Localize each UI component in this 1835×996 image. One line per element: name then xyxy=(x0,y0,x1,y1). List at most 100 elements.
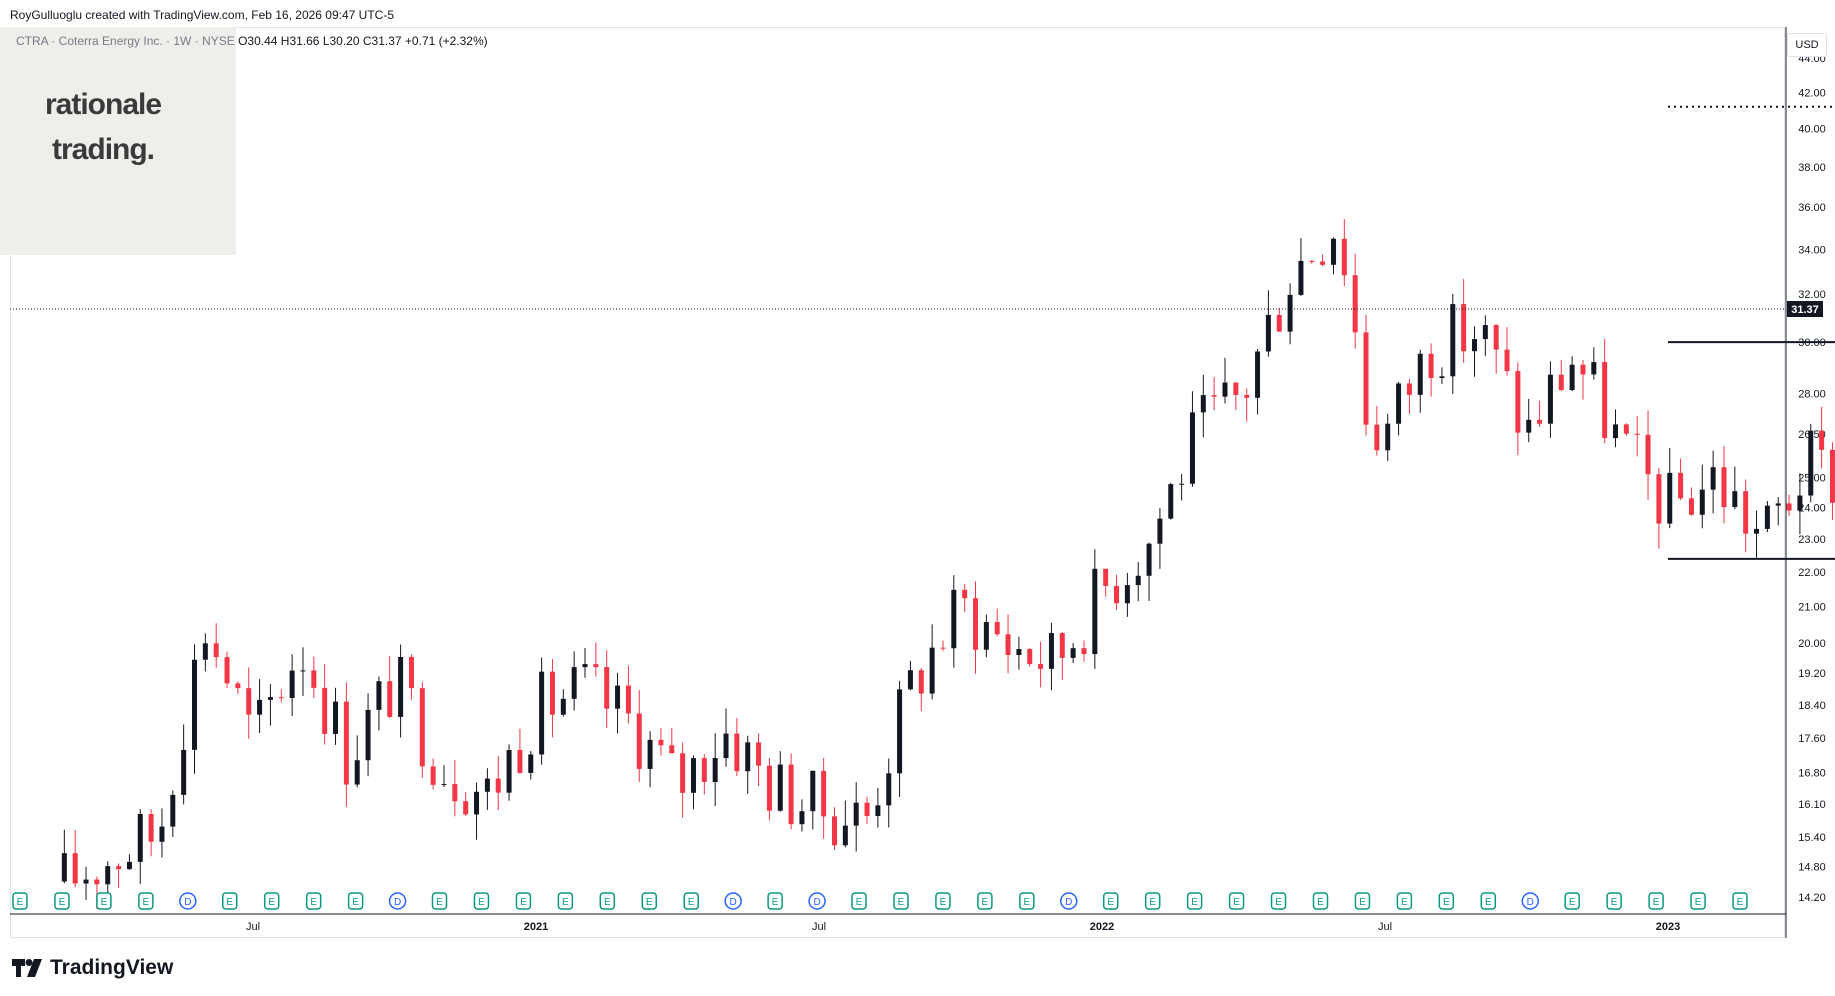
tradingview-brand[interactable]: TradingView xyxy=(12,956,173,980)
candle-body xyxy=(1124,585,1130,604)
candle-body xyxy=(810,770,816,812)
candle-body xyxy=(1797,495,1803,511)
candle-body xyxy=(430,766,436,785)
candle-body xyxy=(1406,383,1412,395)
candle-body xyxy=(322,687,328,734)
candle-body xyxy=(1710,467,1716,490)
candle-body xyxy=(777,764,783,811)
candle-body xyxy=(1764,505,1770,529)
legend-change: +0.71 (+2.32%) xyxy=(404,34,488,48)
candle-body xyxy=(1493,325,1499,350)
earnings-marker-label: E xyxy=(604,897,611,908)
candle-body xyxy=(202,643,208,660)
candle-body xyxy=(1623,424,1629,434)
symbol-legend[interactable]: CTRA · Coterra Energy Inc. · 1W · NYSE O… xyxy=(16,34,488,48)
candle-body xyxy=(571,667,577,699)
candle-body xyxy=(495,778,501,793)
candle-body xyxy=(1157,518,1163,544)
y-tick-label: 42.00 xyxy=(1798,88,1826,100)
candle-body xyxy=(1189,412,1195,484)
candle-body xyxy=(267,697,273,700)
candle-body xyxy=(1461,304,1467,352)
candle-body xyxy=(994,621,1000,635)
x-tick-label: 2021 xyxy=(524,921,548,933)
candle-body xyxy=(192,659,198,750)
candle-body xyxy=(1656,474,1662,524)
candle-body xyxy=(962,589,968,599)
candle-body xyxy=(83,879,89,884)
candle-body xyxy=(1016,649,1022,656)
candle-body xyxy=(387,681,393,717)
legend-high: H31.66 xyxy=(280,34,320,48)
candle-body xyxy=(517,750,523,773)
candle-body xyxy=(484,778,490,792)
earnings-marker-label: E xyxy=(940,897,947,908)
candle-body xyxy=(723,733,729,759)
earnings-marker-label: E xyxy=(1737,897,1744,908)
candle-body xyxy=(181,749,187,795)
candle-body xyxy=(1569,364,1575,391)
candle-body xyxy=(1005,634,1011,656)
y-tick-label: 20.00 xyxy=(1798,638,1826,650)
candle-body xyxy=(278,697,284,699)
candle-body xyxy=(929,647,935,694)
y-tick-label: 38.00 xyxy=(1798,162,1826,174)
candle-body xyxy=(1775,503,1781,506)
candle-body xyxy=(1439,376,1445,378)
x-tick-label: Jul xyxy=(812,921,826,933)
candle-body xyxy=(1070,648,1076,658)
candle-body xyxy=(593,664,599,668)
candle-body xyxy=(701,758,707,782)
candle-body xyxy=(745,742,751,772)
candle-body xyxy=(1396,383,1402,424)
earnings-marker-label: E xyxy=(1191,897,1198,908)
candle-body xyxy=(213,643,219,658)
candle-body xyxy=(61,853,67,882)
logo-line-1: rationale xyxy=(45,88,162,121)
legend-open: O30.44 xyxy=(238,34,278,48)
candle-body xyxy=(1667,472,1673,524)
candle-body xyxy=(1048,633,1054,669)
legend-low: L30.20 xyxy=(322,34,360,48)
dividend-marker-label: D xyxy=(1065,897,1072,908)
candle-body xyxy=(604,667,610,709)
earnings-marker-label: E xyxy=(1275,897,1282,908)
candle-body xyxy=(1688,498,1694,515)
legend-symbol: CTRA · Coterra Energy Inc. · 1W · NYSE xyxy=(16,34,235,48)
candle-body xyxy=(1591,362,1597,375)
candle-body xyxy=(1526,419,1532,433)
candle-body xyxy=(1146,543,1152,576)
candle-body xyxy=(398,657,404,717)
y-tick-label: 19.20 xyxy=(1798,668,1826,680)
candle-body xyxy=(788,764,794,825)
candle-body xyxy=(1092,568,1098,655)
candle-body xyxy=(474,791,480,815)
candle-body xyxy=(1038,664,1044,669)
y-tick-label: 32.00 xyxy=(1798,289,1826,301)
candle-body xyxy=(1168,484,1174,519)
candle-body xyxy=(1678,472,1684,499)
candle-body xyxy=(1081,648,1087,655)
candle-body xyxy=(1786,503,1792,511)
candle-body xyxy=(831,816,837,846)
y-tick-label: 15.40 xyxy=(1798,832,1826,844)
x-tick-label: Jul xyxy=(1378,921,1392,933)
candle-body xyxy=(246,688,252,715)
candle-body xyxy=(951,589,957,649)
candle-body xyxy=(1754,528,1760,534)
candle-body xyxy=(842,825,848,846)
candle-body xyxy=(506,750,512,793)
candle-body xyxy=(1233,382,1239,395)
candle-body xyxy=(1374,424,1380,451)
currency-selector[interactable]: USD xyxy=(1787,33,1827,57)
candle-body xyxy=(1298,260,1304,295)
candle-body xyxy=(419,688,425,767)
candle-body xyxy=(897,689,903,774)
candle-body xyxy=(669,745,675,754)
candle-body xyxy=(712,758,718,782)
candle-body xyxy=(734,733,740,772)
candle-body xyxy=(1515,371,1521,433)
candle-body xyxy=(1363,332,1369,425)
candle-body xyxy=(376,681,382,710)
candle-body xyxy=(1428,353,1434,378)
